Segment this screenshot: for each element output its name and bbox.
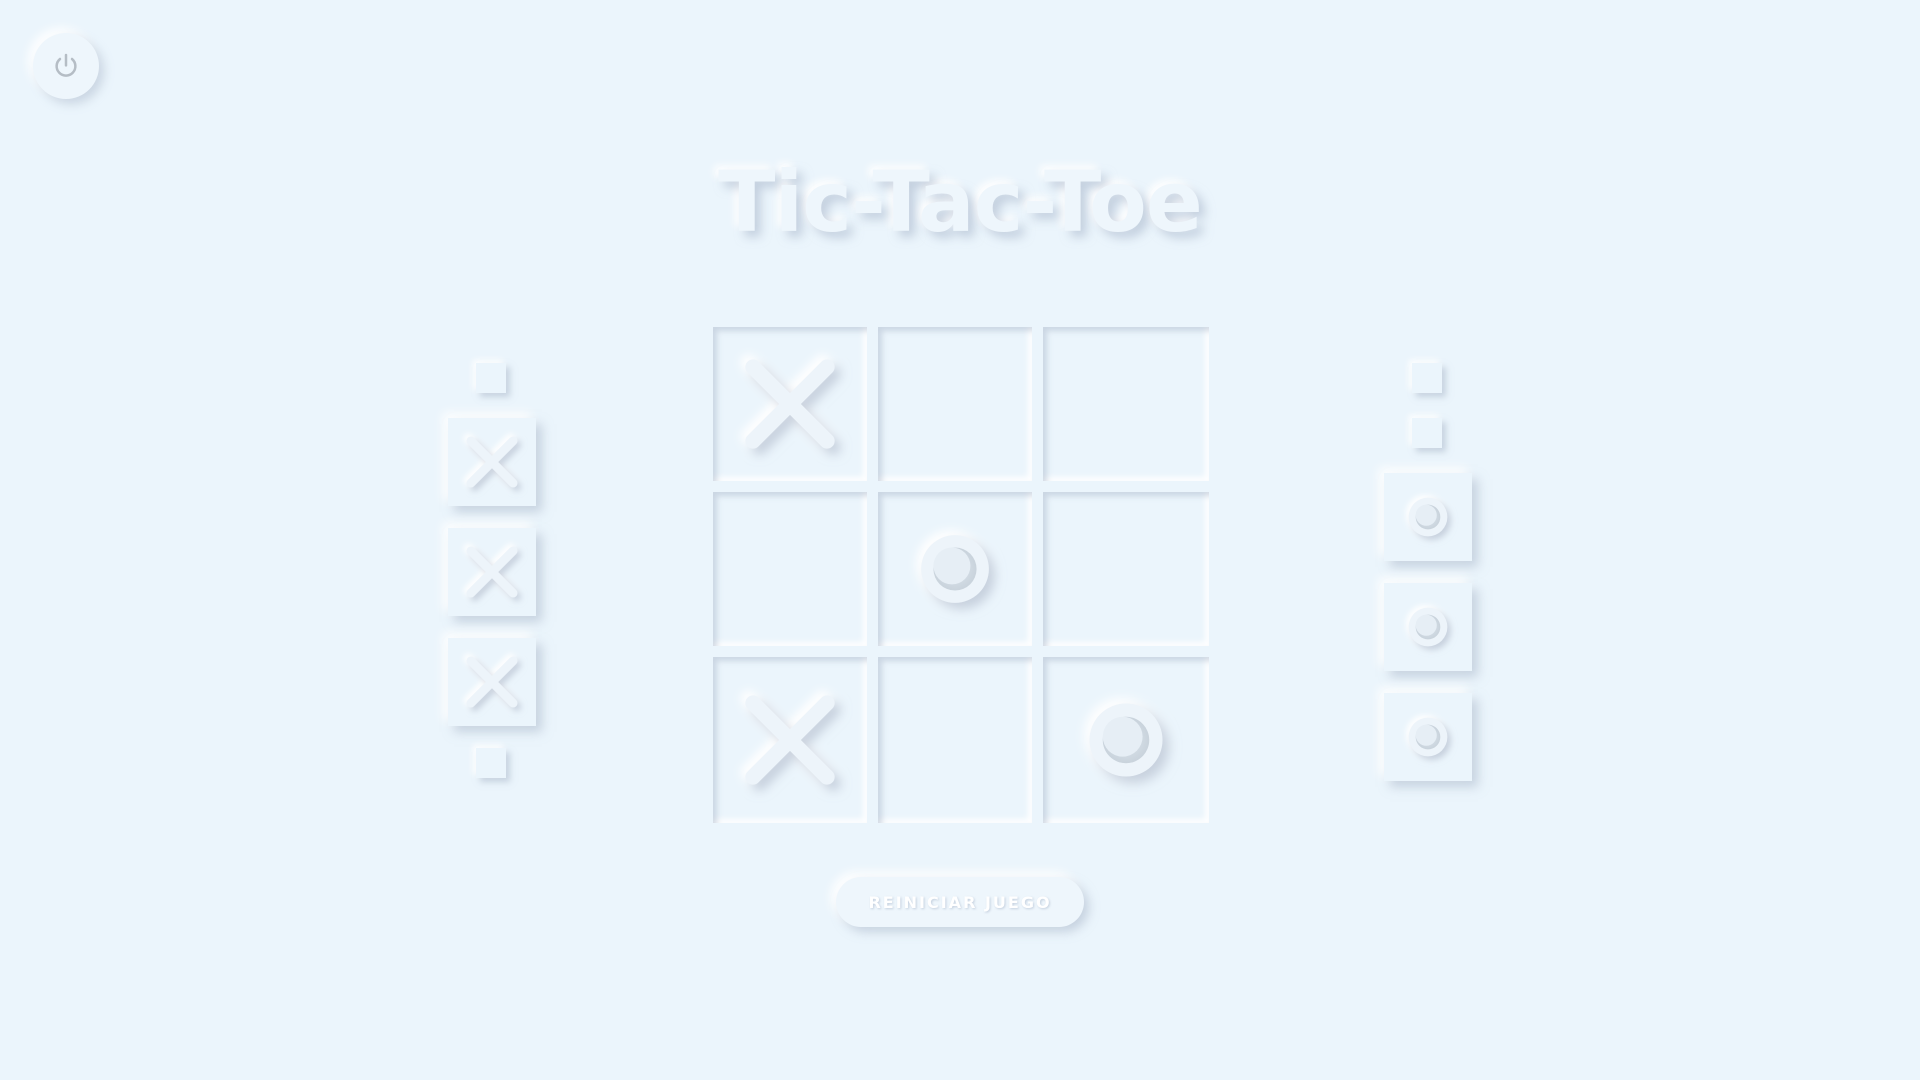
board-cell[interactable] — [878, 657, 1032, 823]
board-cell[interactable] — [713, 492, 867, 646]
x-mark-icon — [466, 656, 518, 708]
o-mark-icon — [1408, 497, 1448, 537]
o-mark-icon — [921, 535, 989, 603]
o-mark-icon — [1408, 717, 1448, 757]
o-piece[interactable] — [1384, 693, 1472, 781]
restart-button[interactable]: REINICIAR JUEGO — [836, 877, 1084, 927]
x-mark-icon — [745, 359, 835, 449]
empty-slot — [1412, 363, 1442, 393]
game-screen: Tic-Tac-Toe REINICIAR JUEGO — [0, 0, 1920, 1080]
o-mark-icon — [1408, 607, 1448, 647]
o-pieces-tray — [1382, 355, 1472, 795]
empty-slot — [476, 748, 506, 778]
o-piece[interactable] — [1384, 473, 1472, 561]
x-piece[interactable] — [448, 528, 536, 616]
power-icon — [51, 51, 81, 81]
x-mark-icon — [466, 546, 518, 598]
power-button[interactable] — [33, 33, 99, 99]
o-piece[interactable] — [1384, 583, 1472, 671]
board-cell[interactable] — [878, 327, 1032, 481]
o-mark-icon — [1089, 703, 1163, 777]
empty-slot — [1412, 418, 1442, 448]
restart-label: REINICIAR JUEGO — [868, 892, 1052, 912]
board-cell[interactable] — [1043, 327, 1209, 481]
board-cell[interactable] — [1043, 657, 1209, 823]
x-pieces-tray — [446, 355, 536, 795]
board-cell[interactable] — [713, 657, 867, 823]
x-mark-icon — [466, 436, 518, 488]
x-mark-icon — [745, 695, 835, 785]
x-piece[interactable] — [448, 418, 536, 506]
empty-slot — [476, 363, 506, 393]
board-cell[interactable] — [1043, 492, 1209, 646]
board-cell[interactable] — [713, 327, 867, 481]
game-board — [713, 327, 1209, 823]
x-piece[interactable] — [448, 638, 536, 726]
board-cell[interactable] — [878, 492, 1032, 646]
game-title: Tic-Tac-Toe — [718, 153, 1203, 251]
